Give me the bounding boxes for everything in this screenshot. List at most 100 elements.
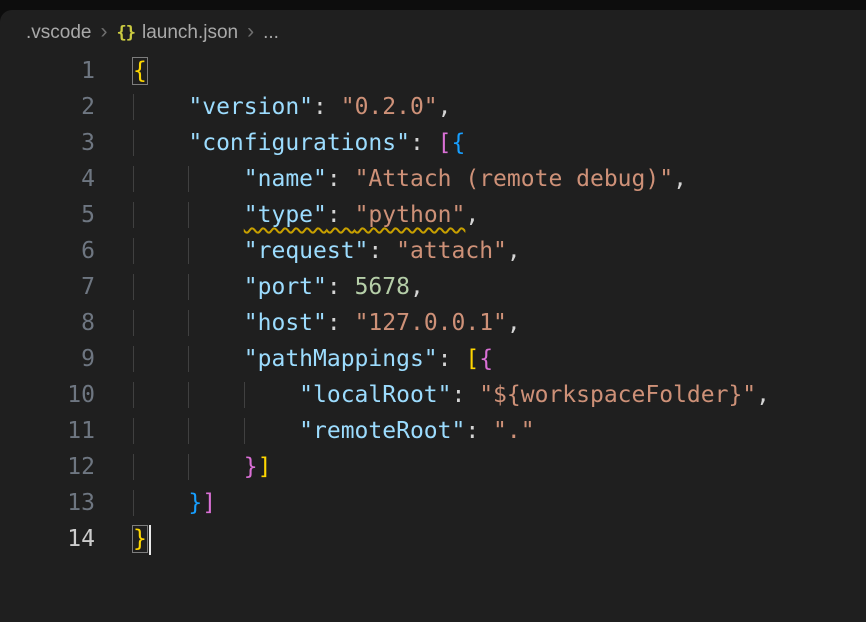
token-pun: : bbox=[327, 274, 355, 300]
token-key: "name" bbox=[244, 166, 327, 192]
indent-guide bbox=[133, 238, 188, 264]
token-b2: [ bbox=[438, 130, 452, 156]
token-pun: : bbox=[327, 202, 355, 228]
line-number[interactable]: 1 bbox=[0, 53, 95, 89]
token-str: "python" bbox=[355, 202, 466, 228]
token-b3: } bbox=[188, 490, 202, 516]
code-line[interactable]: 8 "host": "127.0.0.1", bbox=[0, 305, 866, 341]
editor-tab-strip bbox=[0, 0, 866, 10]
code-line[interactable]: 5 "type": "python", bbox=[0, 197, 866, 233]
code-line[interactable]: 13 }] bbox=[0, 485, 866, 521]
indent-guide bbox=[188, 274, 243, 300]
code-line[interactable]: 9 "pathMappings": [{ bbox=[0, 341, 866, 377]
code-line-content: "remoteRoot": "." bbox=[95, 413, 535, 449]
code-line[interactable]: 1{ bbox=[0, 53, 866, 89]
json-braces-icon: {} bbox=[116, 23, 134, 43]
token-pun: , bbox=[410, 274, 424, 300]
code-line-content: }] bbox=[95, 485, 216, 521]
token-str: "0.2.0" bbox=[341, 94, 438, 120]
line-number[interactable]: 4 bbox=[0, 161, 95, 197]
code-line[interactable]: 14} bbox=[0, 521, 866, 557]
line-number[interactable]: 14 bbox=[0, 521, 95, 557]
line-number[interactable]: 7 bbox=[0, 269, 95, 305]
line-number[interactable]: 5 bbox=[0, 197, 95, 233]
code-line-content: "version": "0.2.0", bbox=[95, 89, 452, 125]
indent-guide bbox=[244, 418, 299, 444]
token-str: "127.0.0.1" bbox=[355, 310, 507, 336]
code-line[interactable]: 7 "port": 5678, bbox=[0, 269, 866, 305]
editor-surface: .vscode › {} launch.json › ... 1{2 "vers… bbox=[0, 10, 866, 622]
token-pun: , bbox=[507, 238, 521, 264]
indent-guide bbox=[133, 490, 188, 516]
token-pun: , bbox=[438, 94, 452, 120]
indent-guide bbox=[244, 382, 299, 408]
code-line-content: } bbox=[95, 521, 151, 557]
breadcrumb-item-file[interactable]: {} launch.json bbox=[116, 22, 238, 44]
token-b1: [ bbox=[465, 346, 479, 372]
token-key: "version" bbox=[188, 94, 313, 120]
indent-guide bbox=[133, 274, 188, 300]
code-line-content: "localRoot": "${workspaceFolder}", bbox=[95, 377, 770, 413]
line-number[interactable]: 12 bbox=[0, 449, 95, 485]
token-num: 5678 bbox=[355, 274, 410, 300]
indent-guide bbox=[133, 94, 188, 120]
code-line-content: "host": "127.0.0.1", bbox=[95, 305, 521, 341]
chevron-right-icon: › bbox=[247, 21, 254, 44]
token-b2: ] bbox=[202, 490, 216, 516]
token-pun: , bbox=[465, 202, 479, 228]
token-pun: , bbox=[507, 310, 521, 336]
indent-guide bbox=[133, 202, 188, 228]
token-str: "attach" bbox=[396, 238, 507, 264]
token-key: "type" bbox=[244, 202, 327, 228]
indent-guide bbox=[188, 202, 243, 228]
token-b1: { bbox=[133, 58, 147, 84]
indent-guide bbox=[188, 454, 243, 480]
indent-guide bbox=[188, 418, 243, 444]
token-b1: ] bbox=[258, 454, 272, 480]
token-pun: , bbox=[756, 382, 770, 408]
line-number[interactable]: 3 bbox=[0, 125, 95, 161]
indent-guide bbox=[133, 418, 188, 444]
code-line-content: "name": "Attach (remote debug)", bbox=[95, 161, 687, 197]
breadcrumb-item-symbol[interactable]: ... bbox=[263, 22, 279, 44]
code-line-content: { bbox=[95, 53, 147, 89]
breadcrumb-file-label: launch.json bbox=[142, 22, 238, 44]
code-line[interactable]: 10 "localRoot": "${workspaceFolder}", bbox=[0, 377, 866, 413]
code-line[interactable]: 11 "remoteRoot": "." bbox=[0, 413, 866, 449]
token-key: "host" bbox=[244, 310, 327, 336]
code-line-content: "request": "attach", bbox=[95, 233, 521, 269]
token-key: "request" bbox=[244, 238, 369, 264]
indent-guide bbox=[133, 310, 188, 336]
breadcrumb-item-folder[interactable]: .vscode bbox=[26, 22, 91, 44]
line-number[interactable]: 11 bbox=[0, 413, 95, 449]
token-pun: : bbox=[368, 238, 396, 264]
token-str: "${workspaceFolder}" bbox=[479, 382, 756, 408]
token-b2: { bbox=[479, 346, 493, 372]
warning-squiggle: "type": "python" bbox=[244, 202, 466, 228]
line-number[interactable]: 2 bbox=[0, 89, 95, 125]
code-line[interactable]: 4 "name": "Attach (remote debug)", bbox=[0, 161, 866, 197]
token-b1: } bbox=[133, 526, 147, 552]
token-pun: : bbox=[452, 382, 480, 408]
line-number[interactable]: 10 bbox=[0, 377, 95, 413]
line-number[interactable]: 8 bbox=[0, 305, 95, 341]
code-line[interactable]: 3 "configurations": [{ bbox=[0, 125, 866, 161]
token-pun: : bbox=[410, 130, 438, 156]
indent-guide bbox=[133, 454, 188, 480]
line-number[interactable]: 13 bbox=[0, 485, 95, 521]
token-key: "pathMappings" bbox=[244, 346, 438, 372]
indent-guide bbox=[133, 382, 188, 408]
indent-guide bbox=[133, 346, 188, 372]
line-number[interactable]: 6 bbox=[0, 233, 95, 269]
token-key: "remoteRoot" bbox=[299, 418, 465, 444]
code-line-content: "type": "python", bbox=[95, 197, 479, 233]
token-str: "Attach (remote debug)" bbox=[355, 166, 674, 192]
token-key: "configurations" bbox=[188, 130, 410, 156]
code-line[interactable]: 6 "request": "attach", bbox=[0, 233, 866, 269]
line-number[interactable]: 9 bbox=[0, 341, 95, 377]
code-line[interactable]: 2 "version": "0.2.0", bbox=[0, 89, 866, 125]
code-line[interactable]: 12 }] bbox=[0, 449, 866, 485]
token-pun: : bbox=[327, 166, 355, 192]
indent-guide bbox=[188, 382, 243, 408]
code-editor[interactable]: 1{2 "version": "0.2.0",3 "configurations… bbox=[0, 47, 866, 557]
